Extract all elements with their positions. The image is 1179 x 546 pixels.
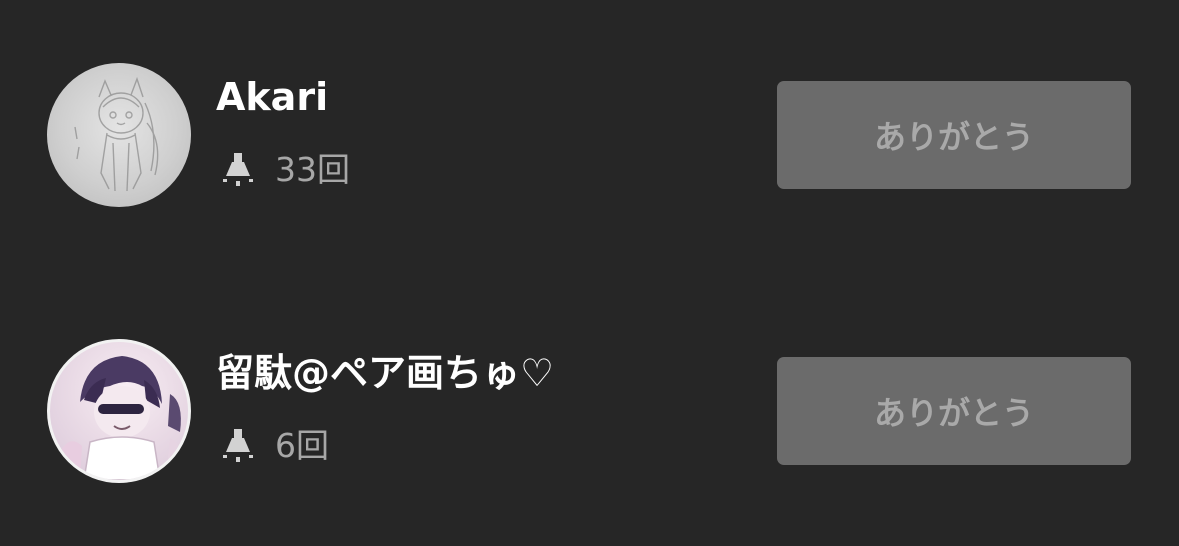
supporter-row: Akari 33回 ありがとう: [0, 60, 1179, 210]
avatar-illustration-image: [54, 356, 185, 480]
thanks-button[interactable]: ありがとう: [777, 81, 1131, 189]
supporter-name[interactable]: 留駄@ペア画ちゅ♡: [216, 350, 554, 396]
support-count: 6回: [219, 424, 329, 468]
support-count-text: 33回: [275, 150, 350, 189]
support-count-text: 6回: [275, 426, 329, 465]
lamp-icon: [223, 153, 253, 186]
supporter-list: Akari 33回 ありがとう 留駄@ペア画ちゅ♡ 6回 ありがとう: [0, 0, 1179, 546]
lamp-icon: [223, 429, 253, 462]
support-count: 33回: [219, 148, 350, 192]
avatar[interactable]: [47, 63, 191, 207]
supporter-name[interactable]: Akari: [216, 74, 328, 120]
supporter-row: 留駄@ペア画ちゅ♡ 6回 ありがとう: [0, 336, 1179, 486]
avatar-sketch-image: [74, 76, 159, 192]
avatar[interactable]: [47, 339, 191, 483]
thanks-button[interactable]: ありがとう: [777, 357, 1131, 465]
